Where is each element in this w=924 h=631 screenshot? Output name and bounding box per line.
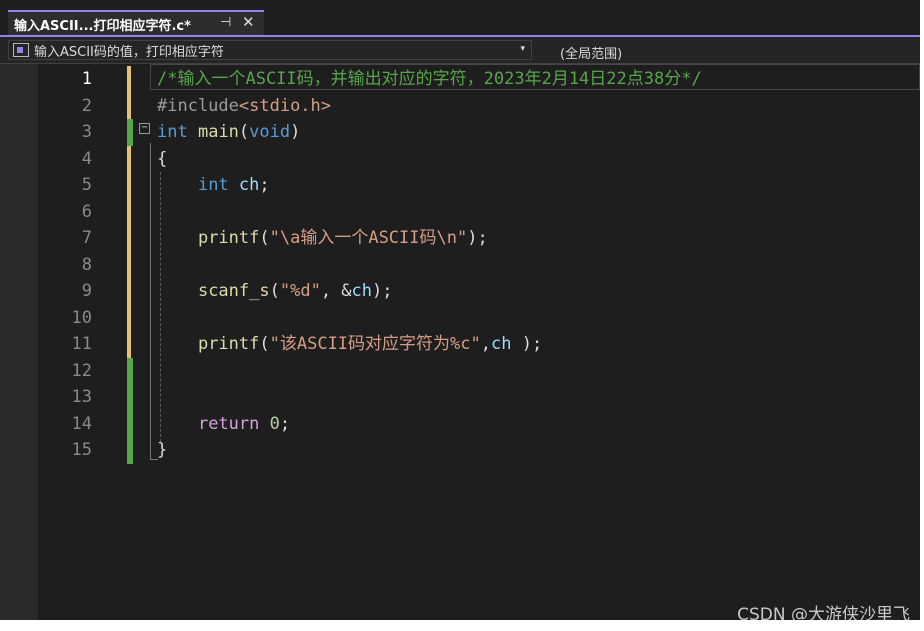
- code-token: ): [290, 122, 301, 142]
- code-token: ch: [491, 334, 512, 354]
- pin-icon[interactable]: ⊣: [220, 15, 231, 30]
- code-token: int: [197, 175, 229, 195]
- code-token: #include: [157, 95, 239, 116]
- tab-strip: 输入ASCII...打印相应字符.c* ⊣ ✕: [0, 0, 924, 36]
- code-token: , &: [320, 281, 352, 301]
- code-token: (: [259, 228, 270, 248]
- change-marker-yellow: [127, 225, 131, 252]
- change-marker-green: [127, 384, 133, 411]
- chevron-down-icon[interactable]: ▾: [520, 44, 525, 54]
- line-number: 4: [81, 148, 92, 169]
- code-token: );: [372, 281, 393, 301]
- indent-guide: [160, 172, 161, 442]
- close-icon[interactable]: ✕: [242, 13, 255, 31]
- collapse-icon[interactable]: −: [139, 123, 150, 134]
- change-marker-green: [127, 119, 133, 146]
- code-token: (: [259, 334, 270, 354]
- code-token: }: [157, 440, 168, 460]
- code-token: "%d": [279, 281, 321, 301]
- bottom-border: [0, 620, 924, 631]
- code-line[interactable]: #include<stdio.h>: [157, 93, 331, 119]
- code-line[interactable]: {: [157, 146, 167, 172]
- code-token: ,: [480, 334, 491, 354]
- line-number: 11: [71, 334, 92, 354]
- change-marker-yellow: [127, 172, 131, 199]
- code-token: ;: [259, 175, 270, 195]
- change-marker-yellow: [127, 331, 131, 358]
- change-marker-green: [127, 357, 133, 385]
- line-number: 2: [81, 95, 92, 116]
- code-token: int: [157, 122, 188, 142]
- change-marker-green: [127, 437, 133, 464]
- code-line[interactable]: scanf_s("%d", &ch);: [157, 278, 393, 304]
- code-token: 0: [269, 413, 280, 434]
- global-scope-dropdown[interactable]: (全局范围): [560, 43, 622, 62]
- editor-tab[interactable]: 输入ASCII...打印相应字符.c* ⊣ ✕: [8, 10, 264, 36]
- code-token: scanf_s: [197, 281, 270, 301]
- tab-title: 输入ASCII...打印相应字符.c*: [14, 18, 191, 34]
- line-number: 6: [81, 201, 92, 222]
- code-line[interactable]: return 0;: [157, 411, 290, 437]
- scope-label: 输入ASCII码的值，打印相应字符: [34, 44, 224, 60]
- line-number: 3: [81, 122, 92, 142]
- line-number: 14: [71, 413, 92, 434]
- code-token: printf: [197, 334, 260, 354]
- change-marker-yellow: [127, 278, 131, 305]
- code-token: {: [157, 148, 168, 169]
- line-number: 8: [81, 254, 92, 275]
- change-marker-yellow: [127, 92, 131, 120]
- line-number: 7: [81, 228, 92, 248]
- code-token: (: [269, 281, 280, 301]
- code-token: );: [467, 228, 488, 248]
- code-token: "\a输入一个ASCII码\n": [269, 228, 468, 248]
- line-number: 13: [71, 387, 92, 407]
- change-marker-green: [127, 410, 133, 438]
- code-editor[interactable]: 1 2 3 4 5 6 7 8 9 10 11 12 13 14 15 − /*输入一个ASCII码，并输出…: [0, 64, 920, 620]
- right-border: [920, 0, 924, 631]
- code-token: /*输入一个ASCII码，并输出对应的字符，2023年2月14日22点38分*/: [157, 69, 702, 89]
- change-marker-yellow: [127, 304, 131, 332]
- code-line[interactable]: int main(void): [157, 119, 300, 145]
- code-token: ch: [238, 175, 260, 195]
- code-token: "该ASCII码对应字符为%c": [269, 334, 481, 354]
- code-line[interactable]: /*输入一个ASCII码，并输出对应的字符，2023年2月14日22点38分*/: [157, 66, 702, 92]
- code-token: return: [197, 413, 260, 434]
- code-token: );: [511, 334, 543, 354]
- line-number-gutter: 1 2 3 4 5 6 7 8 9 10 11 12 13 14 15: [38, 64, 96, 620]
- change-marker-yellow: [127, 145, 131, 173]
- code-token: main: [197, 122, 239, 142]
- change-marker-yellow: [127, 66, 131, 93]
- line-number: 12: [71, 360, 92, 381]
- code-token: ch: [351, 281, 373, 301]
- code-token: printf: [197, 228, 260, 248]
- line-number: 1: [81, 69, 92, 89]
- code-token: ;: [279, 413, 291, 434]
- code-line[interactable]: printf("\a输入一个ASCII码\n");: [157, 225, 488, 251]
- code-line[interactable]: int ch;: [157, 172, 270, 198]
- project-icon: [13, 43, 29, 57]
- code-token: (: [238, 122, 250, 142]
- code-line[interactable]: }: [157, 437, 167, 463]
- fold-guide: [150, 143, 151, 459]
- line-number: 5: [81, 175, 92, 195]
- code-token: void: [249, 122, 291, 142]
- indicator-margin: [0, 64, 38, 620]
- code-line[interactable]: printf("该ASCII码对应字符为%c",ch );: [157, 331, 542, 357]
- change-marker-yellow: [127, 251, 131, 279]
- code-token: <stdio.h>: [238, 95, 332, 116]
- change-marker-yellow: [127, 198, 131, 226]
- line-number: 9: [81, 281, 92, 301]
- line-number: 10: [71, 307, 92, 328]
- scope-dropdown[interactable]: 输入ASCII码的值，打印相应字符 ▾: [8, 40, 532, 60]
- line-number: 15: [71, 440, 92, 460]
- navigation-bar: 输入ASCII码的值，打印相应字符 ▾ (全局范围): [0, 37, 924, 64]
